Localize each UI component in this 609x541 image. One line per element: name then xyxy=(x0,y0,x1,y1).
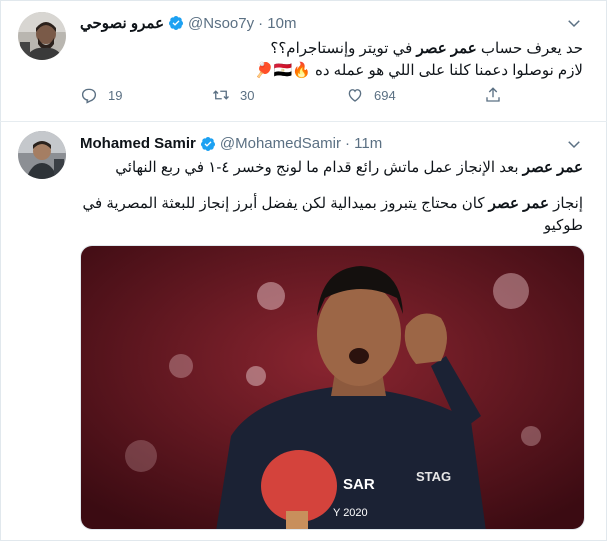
text-span: في تويتر وإنستاجرام؟؟ xyxy=(270,40,413,57)
tweet-line-1: حد يعرف حساب عمر عصر في تويتر وإنستاجرام… xyxy=(83,38,583,60)
chevron-down-icon[interactable] xyxy=(565,14,583,32)
retweet-icon xyxy=(213,90,229,100)
jersey-logo: STAG xyxy=(416,469,451,484)
highlighted-text: عمر عصر xyxy=(488,195,549,212)
retweet-button[interactable]: 30 xyxy=(212,86,254,104)
tweet-time[interactable]: · 11m xyxy=(345,135,382,152)
author-handle[interactable]: @Nsoo7y xyxy=(188,15,254,32)
reply-icon xyxy=(81,88,97,104)
jersey-text: SAR xyxy=(343,476,375,493)
like-count: 694 xyxy=(374,87,396,103)
like-icon xyxy=(348,89,362,102)
highlighted-text: عمر عصر xyxy=(522,159,583,176)
tweet-header: Mohamed Samir @MohamedSamir · 11m xyxy=(80,135,382,152)
verified-badge-icon xyxy=(168,15,184,31)
author-name[interactable]: عمرو نصوحي xyxy=(80,14,164,32)
tweet-text: حد يعرف حساب عمر عصر في تويتر وإنستاجرام… xyxy=(83,38,583,82)
text-span: حد يعرف حساب xyxy=(480,40,583,57)
author-name[interactable]: Mohamed Samir xyxy=(80,135,196,152)
tweet-1[interactable]: عمرو نصوحي @Nsoo7y · 10m حد يعرف حساب عم… xyxy=(0,0,607,122)
author-handle[interactable]: @MohamedSamir xyxy=(220,135,341,152)
share-button[interactable] xyxy=(484,86,502,104)
avatar[interactable] xyxy=(18,12,66,60)
avatar[interactable] xyxy=(18,131,66,179)
tweet-paragraph-2: إنجاز عمر عصر كان محتاج يتبروز بميدالية … xyxy=(78,193,584,237)
highlighted-text: عمر عصر xyxy=(416,40,477,57)
reply-button[interactable]: 19 xyxy=(80,86,122,104)
retweet-count: 30 xyxy=(240,87,255,103)
tweet-paragraph-1: عمر عصر بعد الإنجاز عمل ماتش رائع قدام م… xyxy=(78,157,583,179)
verified-badge-icon xyxy=(200,136,216,152)
reply-count: 19 xyxy=(108,87,123,103)
share-icon xyxy=(486,87,500,102)
tweet-actions: 19 30 694 xyxy=(80,86,510,106)
chevron-down-icon[interactable] xyxy=(565,135,583,153)
tweet-header: عمرو نصوحي @Nsoo7y · 10m xyxy=(80,14,296,33)
text-span: بعد الإنجاز عمل ماتش رائع قدام ما لونج و… xyxy=(115,159,519,176)
like-button[interactable]: 694 xyxy=(346,86,396,104)
tweet-photo[interactable]: SAR STAG Y 2020 xyxy=(80,245,585,530)
text-span: إنجاز xyxy=(553,195,583,212)
tweet-time[interactable]: · 10m xyxy=(258,15,296,32)
jersey-year: Y 2020 xyxy=(333,507,368,519)
tweet-line-2: لازم نوصلوا دعمنا كلنا على اللي هو عمله … xyxy=(254,62,583,79)
